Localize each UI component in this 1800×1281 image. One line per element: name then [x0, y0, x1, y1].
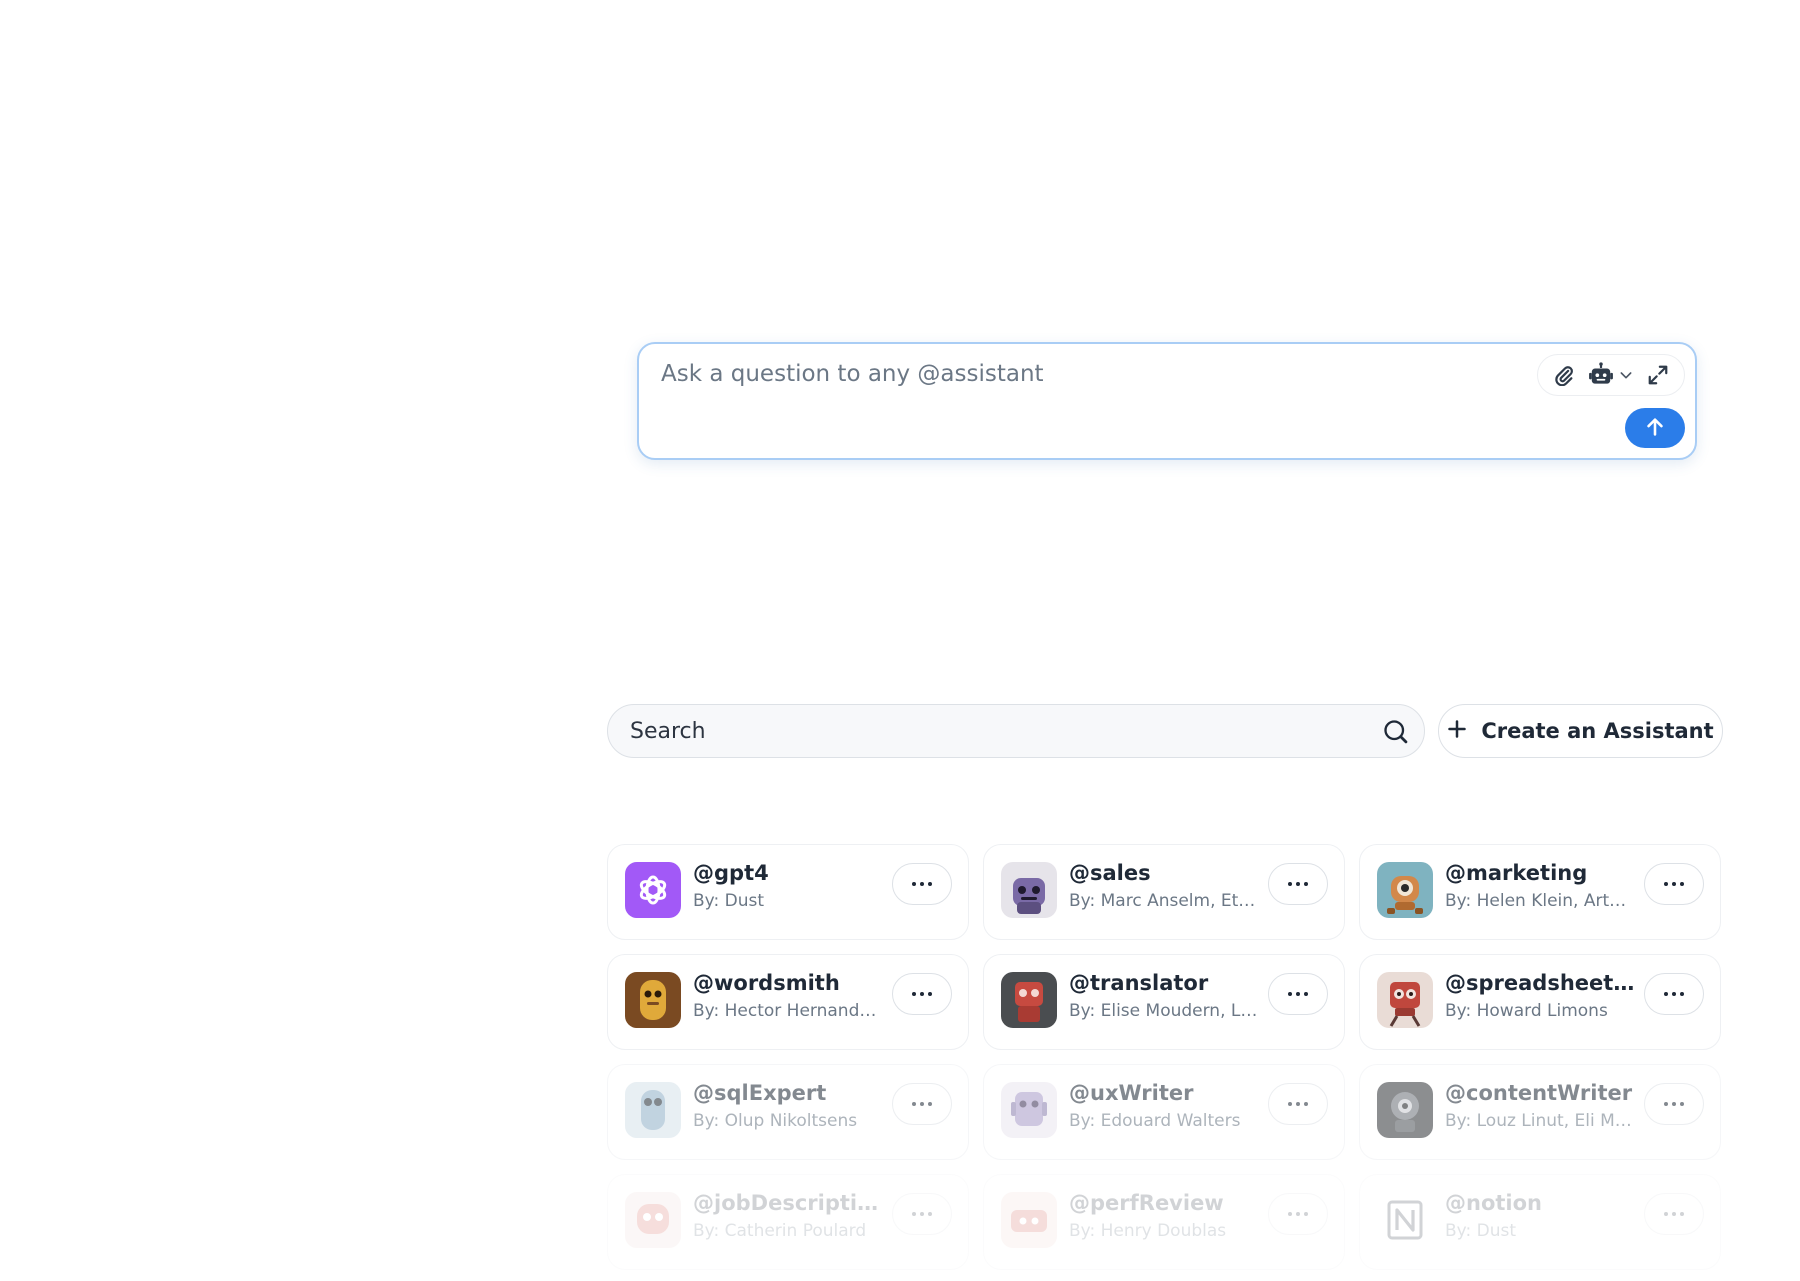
assistant-grid: @gpt4 By: Dust @sales By: Marc Anselm, E…: [607, 844, 1723, 1270]
more-options-button[interactable]: [1268, 1193, 1328, 1235]
more-options-button[interactable]: [1268, 973, 1328, 1015]
openai-logo-avatar: [625, 862, 681, 918]
more-options-button[interactable]: [892, 1193, 952, 1235]
more-options-button[interactable]: [892, 1083, 952, 1125]
assistant-card-contentwriter[interactable]: @contentWriter By: Louz Linut, Eli M…: [1359, 1064, 1721, 1160]
assistant-author: By: Catherin Poulard: [693, 1221, 867, 1241]
search-input[interactable]: [630, 705, 1350, 757]
send-button[interactable]: [1625, 408, 1685, 448]
robot-avatar: [1001, 1192, 1057, 1248]
robot-avatar: [625, 1192, 681, 1248]
assistant-card-perfreview[interactable]: @perfReview By: Henry Doublas: [983, 1174, 1345, 1270]
create-assistant-button[interactable]: Create an Assistant: [1438, 704, 1723, 758]
assistant-name: @perfReview: [1069, 1191, 1224, 1215]
assistant-card-wordsmith[interactable]: @wordsmith By: Hector Hernand…: [607, 954, 969, 1050]
robot-icon: [1588, 362, 1614, 388]
more-options-button[interactable]: [1644, 1193, 1704, 1235]
assistant-author: By: Marc Anselm, Et…: [1069, 891, 1256, 911]
assistant-author: By: Helen Klein, Art…: [1445, 891, 1627, 911]
assistant-card-uxwriter[interactable]: @uxWriter By: Edouard Walters: [983, 1064, 1345, 1160]
assistant-name: @wordsmith: [693, 971, 840, 995]
robot-avatar: [1001, 862, 1057, 918]
assistant-name: @translator: [1069, 971, 1209, 995]
assistant-author: By: Louz Linut, Eli M…: [1445, 1111, 1632, 1131]
assistant-card-jobdescription[interactable]: @jobDescription By: Catherin Poulard: [607, 1174, 969, 1270]
more-options-button[interactable]: [1268, 1083, 1328, 1125]
more-options-button[interactable]: [892, 973, 952, 1015]
more-options-button[interactable]: [1644, 973, 1704, 1015]
more-options-button[interactable]: [1268, 863, 1328, 905]
robot-avatar: [1377, 972, 1433, 1028]
assistant-card-marketing[interactable]: @marketing By: Helen Klein, Art…: [1359, 844, 1721, 940]
composer-toolbar: [1537, 354, 1685, 396]
assistant-search: [607, 704, 1425, 758]
assistant-author: By: Dust: [1445, 1221, 1517, 1241]
robot-avatar: [1377, 862, 1433, 918]
assistant-author: By: Edouard Walters: [1069, 1111, 1241, 1131]
assistant-name: @marketing: [1445, 861, 1588, 885]
robot-avatar: [625, 972, 681, 1028]
robot-avatar: [625, 1082, 681, 1138]
assistant-card-translator[interactable]: @translator By: Elise Moudern, L…: [983, 954, 1345, 1050]
assistant-author: By: Dust: [693, 891, 765, 911]
assistant-author: By: Howard Limons: [1445, 1001, 1608, 1021]
assistant-author: By: Hector Hernand…: [693, 1001, 877, 1021]
assistant-author: By: Henry Doublas: [1069, 1221, 1227, 1241]
assistant-card-sqlexpert[interactable]: @sqlExpert By: Olup Nikoltsens: [607, 1064, 969, 1160]
message-input[interactable]: [661, 354, 1531, 394]
assistant-card-spreadsheetexpert[interactable]: @spreadsheetEx… By: Howard Limons: [1359, 954, 1721, 1050]
assistant-card-notion[interactable]: @notion By: Dust: [1359, 1174, 1721, 1270]
assistant-name: @sales: [1069, 861, 1151, 885]
arrow-up-icon: [1644, 416, 1666, 441]
assistant-name: @notion: [1445, 1191, 1542, 1215]
expand-icon[interactable]: [1647, 360, 1669, 390]
assistant-author: By: Elise Moudern, L…: [1069, 1001, 1258, 1021]
more-options-button[interactable]: [892, 863, 952, 905]
chevron-down-icon: [1618, 367, 1634, 383]
create-assistant-label: Create an Assistant: [1481, 719, 1714, 743]
assistant-name: @jobDescription: [693, 1191, 883, 1215]
assistant-card-sales[interactable]: @sales By: Marc Anselm, Et…: [983, 844, 1345, 940]
robot-avatar: [1001, 1082, 1057, 1138]
assistant-picker-button[interactable]: [1588, 360, 1634, 390]
assistant-name: @uxWriter: [1069, 1081, 1194, 1105]
assistant-name: @contentWriter: [1445, 1081, 1633, 1105]
search-icon[interactable]: [1382, 718, 1410, 750]
assistant-name: @gpt4: [693, 861, 769, 885]
chat-composer: [637, 342, 1697, 460]
more-options-button[interactable]: [1644, 1083, 1704, 1125]
assistant-name: @spreadsheetEx…: [1445, 971, 1635, 995]
paperclip-icon[interactable]: [1553, 360, 1575, 390]
notion-logo-avatar: [1377, 1192, 1433, 1248]
plus-icon: [1447, 719, 1467, 743]
assistant-author: By: Olup Nikoltsens: [693, 1111, 858, 1131]
more-options-button[interactable]: [1644, 863, 1704, 905]
assistant-card-gpt4[interactable]: @gpt4 By: Dust: [607, 844, 969, 940]
robot-avatar: [1377, 1082, 1433, 1138]
robot-avatar: [1001, 972, 1057, 1028]
assistant-name: @sqlExpert: [693, 1081, 827, 1105]
